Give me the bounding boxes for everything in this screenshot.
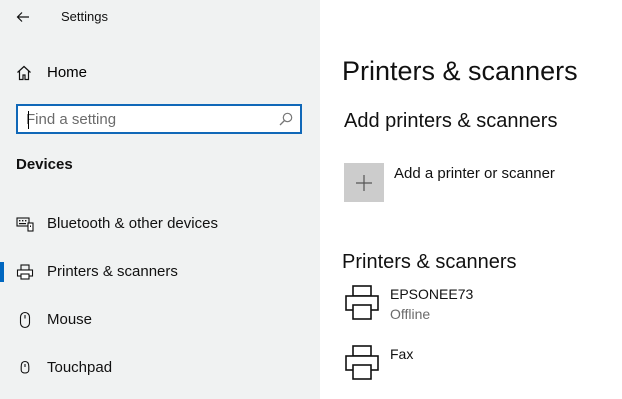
sidebar-item-label: Bluetooth & other devices	[47, 215, 218, 232]
sidebar-item-label: Printers & scanners	[47, 263, 178, 280]
back-button[interactable]	[10, 4, 36, 30]
home-icon	[17, 65, 31, 81]
page-title: Printers & scanners	[342, 56, 578, 86]
nav-home-label: Home	[47, 64, 88, 81]
search-icon[interactable]	[278, 111, 294, 127]
add-section-heading: Add printers & scanners	[344, 110, 558, 132]
sidebar-item-label: Touchpad	[47, 359, 113, 376]
printer-name: EPSONEE73	[390, 286, 474, 302]
search-box[interactable]	[16, 104, 302, 134]
text-caret	[28, 111, 29, 129]
printers-list-heading: Printers & scanners	[342, 251, 517, 273]
touchpad-icon	[20, 360, 30, 374]
printer-item-epsonee73[interactable]: EPSONEE73 Offline	[344, 284, 614, 328]
add-tile	[344, 163, 384, 202]
content-pane: Printers & scanners Add printers & scann…	[320, 0, 622, 399]
printer-item-fax[interactable]: Fax	[344, 344, 614, 388]
sidebar-item-bluetooth[interactable]: Bluetooth & other devices	[0, 204, 320, 244]
printer-icon	[16, 264, 34, 280]
printer-status: Offline	[390, 306, 431, 322]
app-title: Settings	[61, 9, 108, 24]
selection-indicator	[0, 262, 4, 282]
sidebar-item-touchpad[interactable]: Touchpad	[0, 348, 320, 388]
sidebar-item-label: Mouse	[47, 311, 93, 328]
printer-name: Fax	[390, 346, 414, 362]
printer-icon	[345, 345, 379, 380]
nav-home[interactable]: Home	[0, 56, 320, 90]
sidebar-item-printers-scanners[interactable]: Printers & scanners	[0, 252, 320, 292]
section-heading-devices: Devices	[16, 156, 73, 173]
add-printer-label: Add a printer or scanner	[394, 165, 555, 182]
title-bar: Settings	[0, 0, 320, 34]
settings-window: Settings Home Devices	[0, 0, 622, 399]
sidebar-item-mouse[interactable]: Mouse	[0, 300, 320, 340]
plus-icon	[356, 174, 372, 191]
printer-icon	[345, 285, 379, 320]
search-input[interactable]	[26, 109, 266, 129]
add-printer-button[interactable]: Add a printer or scanner	[344, 160, 604, 204]
mouse-icon	[19, 311, 31, 329]
bluetooth-devices-icon	[16, 217, 34, 232]
back-arrow-icon	[16, 12, 29, 22]
sidebar: Settings Home Devices	[0, 0, 320, 399]
